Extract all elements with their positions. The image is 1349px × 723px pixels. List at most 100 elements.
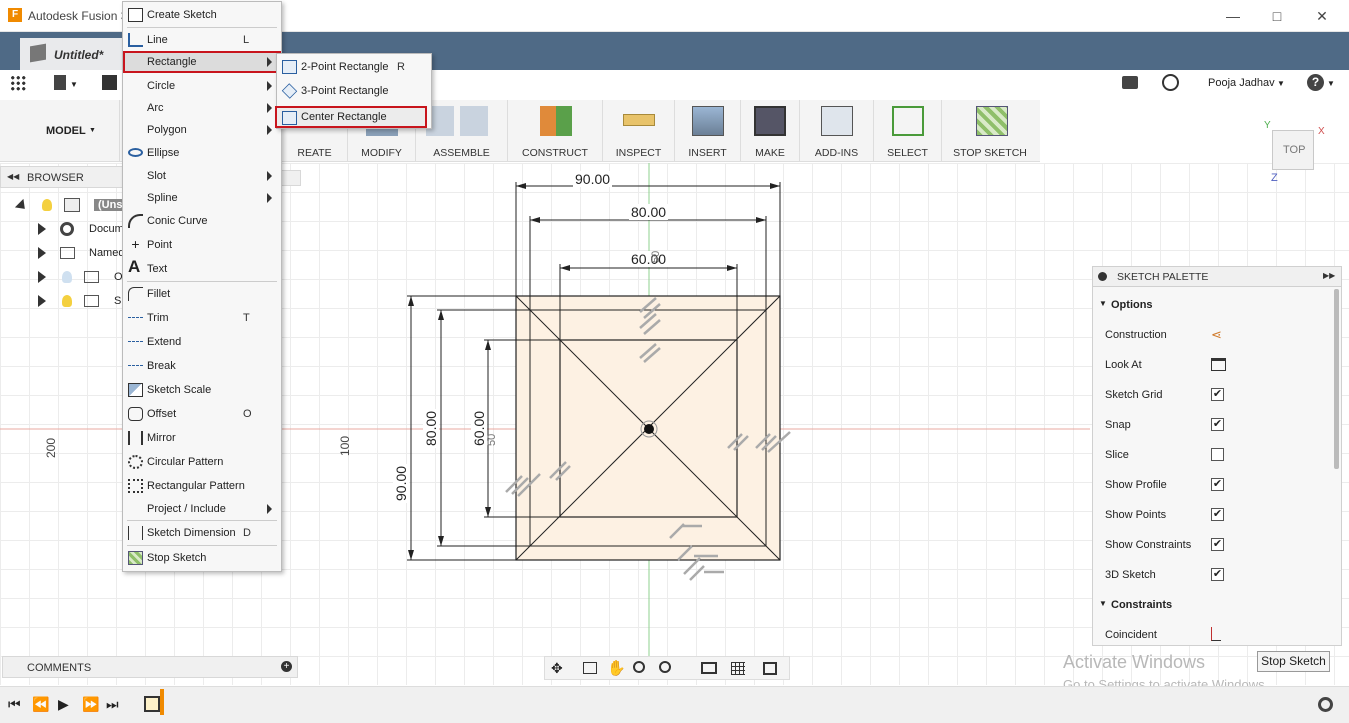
palette-slice[interactable]: Slice: [1093, 439, 1333, 469]
display-settings-icon[interactable]: [701, 662, 717, 674]
browser-panel-header[interactable]: ◀◀ BROWSER: [0, 166, 126, 188]
menu-arc[interactable]: Arc: [123, 97, 281, 119]
menu-break[interactable]: Break: [123, 355, 281, 377]
tree-collapsed-icon[interactable]: [38, 223, 46, 235]
browser-row-root[interactable]: (Uns: [0, 194, 127, 218]
menu-fillet[interactable]: Fillet: [123, 283, 281, 305]
go-to-end-icon[interactable]: ⏭: [106, 696, 119, 713]
menu-create-sketch[interactable]: Create Sketch: [123, 4, 281, 26]
menu-2-point-rectangle[interactable]: 2-Point Rectangle R: [277, 56, 427, 78]
step-back-icon[interactable]: ⏪: [32, 696, 49, 713]
menu-offset[interactable]: Offset O: [123, 403, 281, 425]
look-at-icon[interactable]: [583, 662, 597, 674]
options-section-header[interactable]: ▼ Options: [1093, 289, 1333, 319]
timeline-marker[interactable]: [160, 689, 164, 715]
timeline-settings-gear-icon[interactable]: [1318, 697, 1333, 712]
grid-settings-icon[interactable]: [731, 662, 745, 675]
3d-sketch-checkbox[interactable]: ✔: [1211, 568, 1224, 581]
comments-panel-header[interactable]: COMMENTS +: [2, 656, 298, 678]
user-name[interactable]: Pooja Jadhav: [1208, 77, 1275, 89]
ribbon-inspect[interactable]: INSPECT: [603, 100, 675, 162]
dim-90-top[interactable]: 90.00: [573, 171, 613, 187]
menu-3-point-rectangle[interactable]: 3-Point Rectangle: [277, 80, 427, 102]
ribbon-insert[interactable]: INSERT: [675, 100, 741, 162]
user-chevron-icon[interactable]: ▼: [1277, 79, 1285, 88]
construction-icon[interactable]: ⋖: [1211, 327, 1222, 343]
browser-panel-pin[interactable]: [281, 170, 301, 186]
tree-expanded-icon[interactable]: [14, 198, 30, 214]
tree-collapsed-icon[interactable]: [38, 247, 46, 259]
dim-60-left[interactable]: 60.00: [471, 408, 487, 448]
comment-icon[interactable]: [1122, 76, 1138, 89]
palette-collapse-icon[interactable]: [1098, 272, 1107, 281]
palette-sketch-grid[interactable]: Sketch Grid ✔: [1093, 379, 1333, 409]
look-at-icon[interactable]: [1211, 358, 1226, 371]
menu-rectangle[interactable]: Rectangle: [123, 51, 281, 73]
browser-row-origin[interactable]: O: [0, 266, 125, 290]
stop-sketch-button[interactable]: Stop Sketch: [1257, 651, 1330, 672]
dim-80-top[interactable]: 80.00: [629, 204, 669, 220]
menu-conic-curve[interactable]: Conic Curve: [123, 210, 281, 232]
grid-menu-icon[interactable]: [10, 75, 26, 91]
file-icon[interactable]: [54, 75, 66, 90]
palette-coincident[interactable]: Coincident: [1093, 619, 1333, 649]
lightbulb-icon[interactable]: [42, 199, 52, 211]
ribbon-construct[interactable]: CONSTRUCT: [508, 100, 603, 162]
lightbulb-icon[interactable]: [62, 295, 72, 307]
save-icon[interactable]: [102, 75, 117, 90]
clock-icon[interactable]: [1162, 74, 1179, 91]
viewcube[interactable]: TOP: [1272, 130, 1314, 170]
help-chevron-icon[interactable]: ▼: [1327, 79, 1335, 88]
palette-scrollbar[interactable]: [1334, 289, 1339, 469]
show-points-checkbox[interactable]: ✔: [1211, 508, 1224, 521]
palette-snap[interactable]: Snap ✔: [1093, 409, 1333, 439]
dim-80-left[interactable]: 80.00: [423, 408, 439, 448]
palette-look-at[interactable]: Look At: [1093, 349, 1333, 379]
menu-circle[interactable]: Circle: [123, 75, 281, 97]
workspace-switcher[interactable]: MODEL ▼: [10, 100, 120, 162]
menu-sketch-dimension[interactable]: Sketch Dimension D: [123, 522, 281, 544]
step-forward-icon[interactable]: ⏩: [82, 696, 99, 713]
menu-project-include[interactable]: Project / Include: [123, 498, 281, 520]
ribbon-stop-sketch[interactable]: STOP SKETCH: [942, 100, 1038, 162]
dim-90-left[interactable]: 90.00: [393, 463, 409, 503]
sketch-grid-checkbox[interactable]: ✔: [1211, 388, 1224, 401]
menu-mirror[interactable]: Mirror: [123, 427, 281, 449]
ribbon-make[interactable]: MAKE: [741, 100, 800, 162]
pan-icon[interactable]: ✋: [607, 659, 626, 677]
go-to-start-icon[interactable]: ⏮: [8, 696, 21, 713]
slice-checkbox[interactable]: [1211, 448, 1224, 461]
show-constraints-checkbox[interactable]: ✔: [1211, 538, 1224, 551]
minimize-button[interactable]: —: [1223, 6, 1243, 26]
document-tab[interactable]: Untitled*: [20, 38, 130, 70]
browser-row-named-views[interactable]: Named: [0, 242, 125, 266]
tree-collapsed-icon[interactable]: [38, 295, 46, 307]
fit-icon[interactable]: [659, 661, 671, 673]
menu-slot[interactable]: Slot: [123, 165, 281, 187]
sketch-palette-header[interactable]: SKETCH PALETTE ▶▶: [1093, 267, 1341, 287]
add-comment-icon[interactable]: +: [281, 661, 292, 672]
viewports-icon[interactable]: [763, 662, 777, 675]
collapse-icon[interactable]: ◀◀: [7, 172, 19, 181]
menu-center-rectangle[interactable]: Center Rectangle: [275, 106, 427, 128]
menu-sketch-scale[interactable]: Sketch Scale: [123, 379, 281, 401]
dim-60-top[interactable]: 60.00: [629, 251, 669, 267]
tree-collapsed-icon[interactable]: [38, 271, 46, 283]
palette-show-profile[interactable]: Show Profile ✔: [1093, 469, 1333, 499]
palette-expand-icon[interactable]: ▶▶: [1323, 271, 1335, 280]
palette-3d-sketch[interactable]: 3D Sketch ✔: [1093, 559, 1333, 589]
menu-stop-sketch[interactable]: Stop Sketch: [123, 547, 281, 569]
orbit-icon[interactable]: ✥: [551, 660, 563, 677]
zoom-icon[interactable]: [633, 661, 645, 673]
lightbulb-off-icon[interactable]: [62, 271, 72, 283]
menu-circular-pattern[interactable]: Circular Pattern: [123, 451, 281, 473]
chevron-down-icon[interactable]: ▼: [70, 80, 78, 89]
ribbon-add-ins[interactable]: ADD-INS: [800, 100, 874, 162]
palette-construction[interactable]: Construction ⋖: [1093, 319, 1333, 349]
menu-trim[interactable]: Trim T: [123, 307, 281, 329]
constraints-section-header[interactable]: ▼ Constraints: [1093, 589, 1333, 619]
help-icon[interactable]: ?: [1307, 74, 1324, 91]
menu-line[interactable]: Line L: [123, 29, 281, 51]
menu-ellipse[interactable]: Ellipse: [123, 142, 281, 164]
ribbon-select[interactable]: SELECT: [874, 100, 942, 162]
